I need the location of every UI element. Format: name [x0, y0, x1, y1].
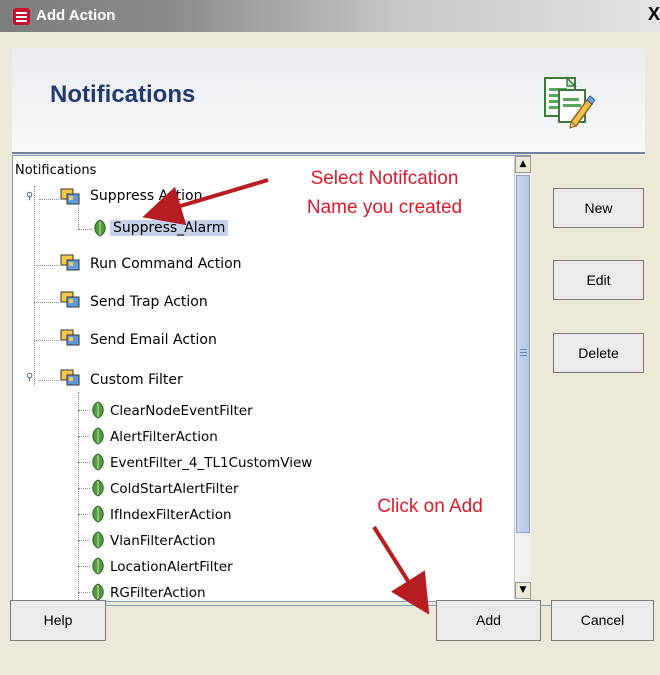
annotation-arrows: [142, 178, 430, 615]
arrow-to-add-button: [372, 525, 430, 615]
arrow-to-suppress-alarm: [142, 178, 269, 226]
